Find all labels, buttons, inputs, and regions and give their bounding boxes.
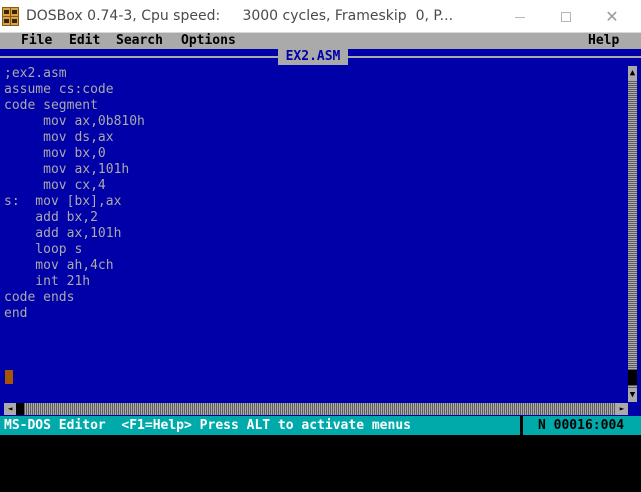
scroll-down-arrow-icon[interactable]: ▼ — [628, 388, 637, 402]
menu-options[interactable]: Options — [181, 33, 236, 49]
text-cursor — [5, 370, 13, 384]
horizontal-scroll-thumb[interactable] — [16, 403, 24, 415]
window-title: DOSBox 0.74-3, Cpu speed: 3000 cycles, F… — [26, 8, 454, 24]
code-line[interactable]: add bx,2 — [4, 210, 624, 226]
cursor-position: N 00016:004 — [538, 418, 625, 433]
cursor-position-indicator: N 00016:004 — [520, 416, 641, 435]
code-line[interactable]: add ax,101h — [4, 226, 624, 242]
horizontal-scrollbar[interactable]: ◄ ► — [4, 403, 628, 415]
document-title: EX2.ASM — [278, 48, 348, 65]
status-separator — [520, 416, 523, 435]
menu-file[interactable]: File — [21, 33, 52, 49]
scroll-right-arrow-icon[interactable]: ► — [616, 403, 628, 415]
minimize-button[interactable] — [497, 0, 543, 33]
code-line[interactable]: s: mov [bx],ax — [4, 194, 624, 210]
code-line[interactable]: mov cx,4 — [4, 178, 624, 194]
vertical-scroll-thumb[interactable] — [628, 370, 637, 385]
status-message: MS-DOS Editor <F1=Help> Press ALT to act… — [4, 418, 411, 433]
menu-edit[interactable]: Edit — [69, 33, 100, 49]
code-editor[interactable]: ;ex2.asm assume cs:code code segment mov a… — [4, 66, 624, 396]
code-line[interactable]: ;ex2.asm — [4, 66, 624, 82]
code-line[interactable]: code ends — [4, 290, 624, 306]
maximize-button[interactable] — [543, 0, 589, 33]
horizontal-scroll-track[interactable] — [16, 403, 616, 415]
code-line[interactable]: loop s — [4, 242, 624, 258]
minimize-icon — [515, 17, 525, 18]
vertical-scroll-track[interactable] — [628, 80, 637, 388]
code-line[interactable]: code segment — [4, 98, 624, 114]
menu-search[interactable]: Search — [116, 33, 163, 49]
code-line[interactable]: int 21h — [4, 274, 624, 290]
code-line[interactable]: mov ax,0b810h — [4, 114, 624, 130]
menu-help[interactable]: Help — [588, 33, 619, 49]
maximize-icon — [561, 12, 571, 22]
code-line[interactable]: mov ah,4ch — [4, 258, 624, 274]
code-line[interactable]: mov ax,101h — [4, 162, 624, 178]
close-button[interactable]: ✕ — [589, 0, 635, 33]
scroll-up-arrow-icon[interactable]: ▲ — [628, 66, 637, 80]
code-line[interactable]: assume cs:code — [4, 82, 624, 98]
status-bar: MS-DOS Editor <F1=Help> Press ALT to act… — [0, 416, 641, 435]
vertical-scrollbar[interactable]: ▲ ▼ — [628, 66, 637, 402]
dos-editor-screen: File Edit Search Options Help EX2.ASM ;e… — [0, 33, 641, 435]
window-titlebar: DOSBox 0.74-3, Cpu speed: 3000 cycles, F… — [0, 0, 641, 33]
close-icon: ✕ — [605, 7, 619, 26]
menu-bar: File Edit Search Options Help — [0, 33, 641, 49]
code-line[interactable]: end — [4, 306, 624, 322]
code-line[interactable]: mov bx,0 — [4, 146, 624, 162]
code-line[interactable]: mov ds,ax — [4, 130, 624, 146]
scroll-left-arrow-icon[interactable]: ◄ — [4, 403, 16, 415]
dosbox-app-icon — [2, 7, 19, 26]
